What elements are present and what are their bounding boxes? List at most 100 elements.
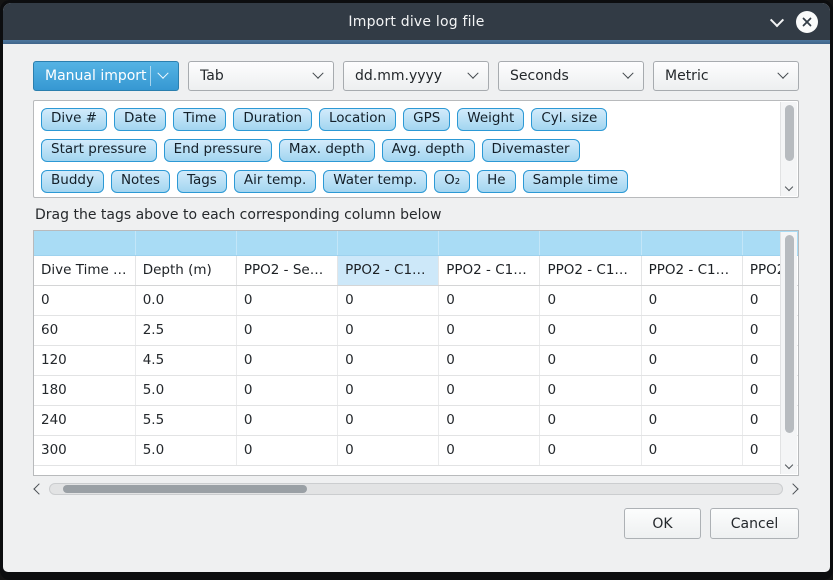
tag-avg-depth[interactable]: Avg. depth — [382, 139, 475, 162]
tag-notes[interactable]: Notes — [111, 170, 170, 193]
table-cell: 0 — [439, 345, 540, 375]
table-cell: 0 — [236, 315, 337, 345]
tag-panel: Dive # Date Time Duration Location GPS Weight C… — [33, 100, 799, 198]
drop-target-cell[interactable] — [540, 231, 641, 255]
column-header-4[interactable]: PPO2 - C1… — [439, 255, 540, 285]
combo-value: dd.mm.yyyy — [355, 68, 442, 84]
table-cell: 0 — [338, 285, 439, 315]
tag-he[interactable]: He — [477, 170, 515, 193]
tag-cyl-size[interactable]: Cyl. size — [531, 108, 607, 131]
tag-tags[interactable]: Tags — [177, 170, 227, 193]
table-cell: 0 — [641, 375, 742, 405]
drop-target-cell[interactable] — [641, 231, 742, 255]
tag-time[interactable]: Time — [173, 108, 226, 131]
table-cell: 0 — [439, 285, 540, 315]
tag-o[interactable]: O₂ — [434, 170, 470, 193]
table-cell: 0 — [641, 315, 742, 345]
scroll-right-icon[interactable] — [787, 483, 798, 494]
table-cell: 0 — [540, 315, 641, 345]
tag-start-pressure[interactable]: Start pressure — [41, 139, 157, 162]
date-format-combobox[interactable]: dd.mm.yyyy — [343, 61, 489, 91]
table-row: 00.0000000 — [34, 285, 799, 315]
tag-dive[interactable]: Dive # — [41, 108, 107, 131]
table-cell: 0 — [338, 345, 439, 375]
combo-value: Metric — [665, 68, 709, 84]
table-cell: 180 — [34, 375, 135, 405]
import-mode-combobox[interactable]: Manual import — [33, 61, 179, 91]
cancel-button[interactable]: Cancel — [710, 508, 799, 539]
table-row: 1204.5000000 — [34, 345, 799, 375]
tag-row: Buddy Notes Tags Air temp. Water temp. O₂ He Sa… — [41, 170, 774, 193]
column-header-3[interactable]: PPO2 - C1… — [338, 255, 439, 285]
scrollbar-thumb[interactable] — [785, 235, 794, 433]
chevron-down-icon[interactable] — [770, 13, 784, 27]
scroll-down-icon[interactable] — [785, 461, 793, 469]
scrollbar-thumb[interactable] — [63, 485, 307, 493]
tag-water-temp[interactable]: Water temp. — [323, 170, 427, 193]
tag-divemaster[interactable]: Divemaster — [482, 139, 580, 162]
tag-rows: Dive # Date Time Duration Location GPS Weight C… — [41, 108, 774, 198]
drop-target-cell[interactable] — [135, 231, 236, 255]
scrollbar-thumb[interactable] — [785, 105, 794, 161]
table-cell: 5.0 — [135, 435, 236, 465]
titlebar[interactable]: Import dive log file — [3, 3, 830, 40]
table-cell: 0 — [338, 405, 439, 435]
table-cell: 0 — [439, 375, 540, 405]
drag-instruction-label: Drag the tags above to each correspondin… — [35, 207, 799, 223]
table-cell: 2.5 — [135, 315, 236, 345]
column-header-6[interactable]: PPO2 - C1… — [641, 255, 742, 285]
column-header-1[interactable]: Depth (m) — [135, 255, 236, 285]
table-cell: 0 — [540, 435, 641, 465]
ok-button[interactable]: OK — [624, 508, 701, 539]
table-cell: 0 — [236, 375, 337, 405]
drop-target-cell[interactable] — [439, 231, 540, 255]
combo-row: Manual import Tab dd.mm.yyyy Seconds Metric — [33, 61, 799, 91]
column-header-5[interactable]: PPO2 - C1… — [540, 255, 641, 285]
table-cell: 0 — [439, 435, 540, 465]
combo-value: Tab — [200, 68, 224, 84]
table-cell: 0 — [540, 345, 641, 375]
table-cell: 240 — [34, 405, 135, 435]
drop-target-row — [34, 231, 799, 255]
table-cell: 0 — [540, 375, 641, 405]
scroll-left-icon[interactable] — [33, 483, 44, 494]
button-row: OK Cancel — [33, 508, 799, 539]
tag-location[interactable]: Location — [319, 108, 396, 131]
chevron-down-icon — [777, 68, 788, 79]
table-cell: 0 — [439, 405, 540, 435]
column-header-0[interactable]: Dive Time … — [34, 255, 135, 285]
tag-buddy[interactable]: Buddy — [41, 170, 104, 193]
field-separator-combobox[interactable]: Tab — [188, 61, 334, 91]
tag-sample-time[interactable]: Sample time — [523, 170, 628, 193]
combo-value: Seconds — [510, 68, 569, 84]
drop-target-cell[interactable] — [34, 231, 135, 255]
tag-row: Start pressure End pressure Max. depth Avg.… — [41, 139, 774, 162]
tag-date[interactable]: Date — [114, 108, 166, 131]
table-cell: 0 — [338, 435, 439, 465]
tag-gps[interactable]: GPS — [403, 108, 450, 131]
close-button[interactable] — [796, 11, 818, 33]
table-vertical-scrollbar[interactable] — [780, 232, 797, 474]
tag-duration[interactable]: Duration — [233, 108, 312, 131]
column-header-2[interactable]: PPO2 - Se… — [236, 255, 337, 285]
tag-weight[interactable]: Weight — [457, 108, 524, 131]
scrollbar-track[interactable] — [49, 483, 783, 495]
dialog: Import dive log file Manual import Tab dd.… — [3, 3, 830, 572]
drop-target-cell[interactable] — [338, 231, 439, 255]
tag-air-temp[interactable]: Air temp. — [234, 170, 316, 193]
table-cell: 0 — [641, 435, 742, 465]
chevron-down-icon — [467, 68, 478, 79]
table-cell: 0 — [641, 405, 742, 435]
drop-target-cell[interactable] — [236, 231, 337, 255]
scroll-down-icon[interactable] — [785, 183, 793, 191]
table-cell: 5.5 — [135, 405, 236, 435]
tag-max-depth[interactable]: Max. depth — [279, 139, 375, 162]
tag-panel-scrollbar[interactable] — [780, 102, 797, 196]
tag-end-pressure[interactable]: End pressure — [164, 139, 272, 162]
table-cell: 0 — [641, 345, 742, 375]
units-combobox[interactable]: Metric — [653, 61, 799, 91]
table-cell: 0.0 — [135, 285, 236, 315]
import-table-container: Dive Time …Depth (m)PPO2 - Se…PPO2 - C1…… — [33, 230, 799, 476]
table-horizontal-scrollbar[interactable] — [33, 480, 799, 497]
time-format-combobox[interactable]: Seconds — [498, 61, 644, 91]
